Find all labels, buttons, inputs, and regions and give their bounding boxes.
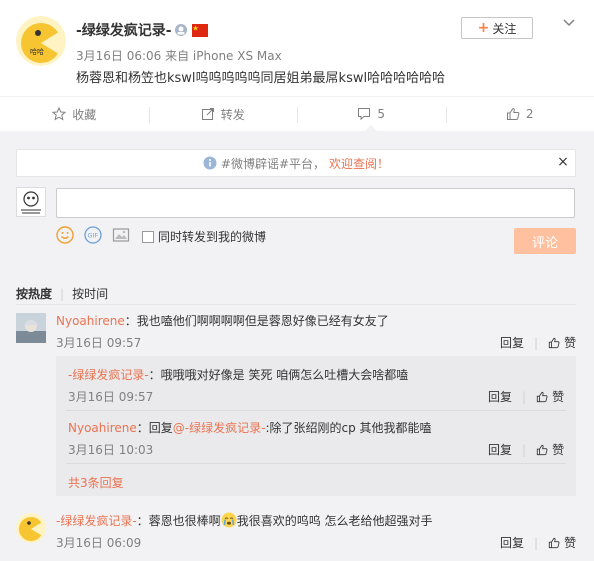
rumor-notice-banner: #微博辟谣#平台， 欢迎查阅！ <box>16 149 576 177</box>
vip-badge-icon <box>175 24 187 36</box>
like-count: 2 <box>525 107 534 121</box>
comment-actions: 回复 | 赞 <box>500 334 576 351</box>
view-more-replies-link[interactable]: 共3条回复 <box>68 474 124 491</box>
reply-mention[interactable]: @-绿绿发疯记录- <box>173 421 266 435</box>
commenter-avatar[interactable] <box>16 513 46 543</box>
svg-text:哈哈: 哈哈 <box>30 47 44 56</box>
notice-text: #微博辟谣#平台， <box>220 156 326 171</box>
reply-button[interactable]: 回复 <box>500 334 524 351</box>
thumbs-up-icon <box>548 537 560 548</box>
comment-text-line: -绿绿发疯记录-：蓉恩也很棒啊 我很喜欢的呜呜 怎么老给他超强对手 <box>56 512 433 529</box>
like-label: 赞 <box>564 336 577 350</box>
like-label: 赞 <box>564 536 577 550</box>
notice-link[interactable]: 欢迎查阅！ <box>329 155 389 172</box>
like-comment-button[interactable]: 赞 <box>548 534 576 551</box>
follow-button[interactable]: + 关注 <box>461 17 533 39</box>
composer-tools: GIF <box>56 226 130 244</box>
comment-author[interactable]: Nyoahirene <box>56 314 125 328</box>
forward-to-weibo-option[interactable]: 同时转发到我的微博 <box>142 228 266 245</box>
comment-text-line: Nyoahirene：我也嗑他们啊啊啊啊但是蓉恩好像已经有女友了 <box>56 312 389 329</box>
sort-separator: | <box>60 286 65 301</box>
favorite-button[interactable]: 收藏 <box>0 97 149 131</box>
gif-icon[interactable]: GIF <box>84 226 102 244</box>
emoji-icon[interactable] <box>56 226 74 244</box>
reply-text: :除了张绍刚的cp 其他我都能嗑 <box>265 421 432 435</box>
reply-text-line: Nyoahirene：回复@-绿绿发疯记录-:除了张绍刚的cp 其他我都能嗑 <box>68 419 432 436</box>
comment-time: 3月16日 06:09 <box>56 536 142 550</box>
current-user-avatar[interactable] <box>16 187 46 217</box>
post-text: 杨蓉恩和杨笠也kswl呜呜呜呜呜同居姐弟最屌kswl哈哈哈哈哈哈 <box>76 71 446 86</box>
star-icon <box>52 107 67 121</box>
reply-time: 3月16日 10:03 <box>68 443 154 457</box>
comment-button[interactable]: 5 <box>297 97 446 131</box>
reply-actions: 回复 | 赞 <box>488 388 564 405</box>
sort-divider <box>16 304 576 305</box>
like-label: 赞 <box>552 390 565 404</box>
post-meta: 3月16日 06:06 来自 iPhone XS Max <box>76 49 282 63</box>
repost-icon <box>201 108 214 120</box>
author-avatar[interactable]: 哈哈 <box>16 16 66 66</box>
crying-emoji-icon <box>221 512 237 528</box>
reply-actions: 回复 | 赞 <box>488 441 564 458</box>
reply-prefix: ：回复 <box>136 421 173 435</box>
image-icon[interactable] <box>112 226 130 244</box>
action-separator: | <box>534 335 539 350</box>
repost-button[interactable]: 转发 <box>148 97 298 131</box>
action-separator: | <box>534 535 539 550</box>
sort-by-time-tab[interactable]: 按时间 <box>72 285 108 302</box>
like-label: 赞 <box>552 443 565 457</box>
comment-text: ：我也嗑他们啊啊啊啊但是蓉恩好像已经有女友了 <box>124 314 389 328</box>
chevron-down-icon[interactable] <box>562 16 576 30</box>
plus-icon: + <box>477 20 490 36</box>
thumbs-up-icon <box>506 107 520 120</box>
like-button[interactable]: 2 <box>445 97 594 131</box>
comment-time: 3月16日 09:57 <box>56 336 142 350</box>
info-icon <box>203 156 217 170</box>
commenter-avatar[interactable] <box>16 313 46 343</box>
reply-button[interactable]: 回复 <box>500 534 524 551</box>
reply-button[interactable]: 回复 <box>488 388 512 405</box>
like-comment-button[interactable]: 赞 <box>548 334 576 351</box>
comment-count: 5 <box>377 107 386 121</box>
comment-sort-tabs: 按热度 | 按时间 <box>16 285 108 302</box>
comment-input[interactable] <box>56 188 575 218</box>
reply-divider <box>66 410 566 411</box>
reply-author[interactable]: Nyoahirene <box>68 421 137 435</box>
favorite-label: 收藏 <box>72 107 97 122</box>
thumbs-up-icon <box>536 444 548 455</box>
like-reply-button[interactable]: 赞 <box>536 388 564 405</box>
follow-label: 关注 <box>492 21 517 36</box>
comment-actions: 回复 | 赞 <box>500 534 576 551</box>
repost-label: 转发 <box>220 107 245 122</box>
china-flag-icon <box>192 23 208 37</box>
comment-text: ：蓉恩也很棒啊 <box>136 514 221 528</box>
reply-divider <box>66 463 566 464</box>
comment-author[interactable]: -绿绿发疯记录- <box>56 514 137 528</box>
like-reply-button[interactable]: 赞 <box>536 441 564 458</box>
svg-text:GIF: GIF <box>88 232 99 240</box>
sort-by-hot-tab[interactable]: 按热度 <box>16 285 52 302</box>
forward-checkbox[interactable] <box>142 230 154 243</box>
reply-text: ：哦哦哦对好像是 笑死 咱俩怎么吐槽大会啥都嗑 <box>148 368 409 382</box>
reply-button[interactable]: 回复 <box>488 441 512 458</box>
reply-author[interactable]: -绿绿发疯记录- <box>68 368 149 382</box>
action-separator: | <box>522 389 527 404</box>
forward-label: 同时转发到我的微博 <box>158 230 267 244</box>
post-action-bar: 收藏 转发 5 2 <box>0 96 594 132</box>
thumbs-up-icon <box>548 337 560 348</box>
thumbs-up-icon <box>536 391 548 402</box>
submit-comment-button[interactable]: 评论 <box>514 228 576 254</box>
author-name[interactable]: -绿绿发疯记录- <box>76 20 172 40</box>
comment-text: 我很喜欢的呜呜 怎么老给他超强对手 <box>236 514 433 528</box>
close-icon[interactable]: × <box>556 154 570 170</box>
action-separator: | <box>522 442 527 457</box>
reply-text-line: -绿绿发疯记录-：哦哦哦对好像是 笑死 咱俩怎么吐槽大会啥都嗑 <box>68 366 408 383</box>
reply-time: 3月16日 09:57 <box>68 390 154 404</box>
author-badges <box>174 23 208 37</box>
comment-icon <box>358 108 371 121</box>
